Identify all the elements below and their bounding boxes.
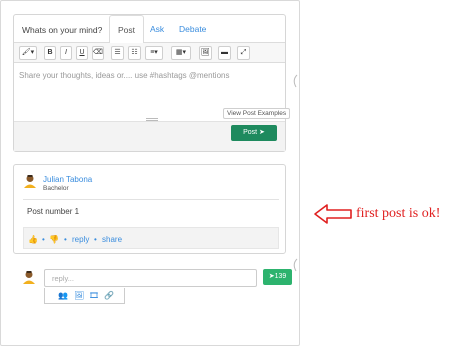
author-role: Bachelor <box>43 185 69 192</box>
resize-handle[interactable] <box>146 118 158 121</box>
image-icon[interactable]: 🖼 <box>74 291 84 300</box>
reply-area: reply... ➤139 👥 🖼 🎞 🔗 <box>13 265 303 305</box>
tab-ask[interactable]: Ask <box>142 15 172 43</box>
post-actions-bar: 👍 • 👎 • reply • share <box>23 227 279 249</box>
feed-panel: Whats on your mind? Post Ask Debate 🖌▾ B… <box>0 0 300 346</box>
share-link[interactable]: share <box>102 235 122 244</box>
author-name-link[interactable]: Julian Tabona <box>43 175 92 184</box>
video-icon[interactable]: ▬ <box>218 46 231 60</box>
align-dropdown-button[interactable]: ≡▾ <box>145 46 163 60</box>
editor-placeholder: Share your thoughts, ideas or.... use #h… <box>19 71 230 80</box>
eraser-icon[interactable]: ⌫ <box>92 46 104 60</box>
tab-debate[interactable]: Debate <box>171 15 214 43</box>
post-button[interactable]: Post ➤ <box>231 125 277 141</box>
underline-button[interactable]: U <box>76 46 88 60</box>
curved-arrow-icon <box>293 74 298 88</box>
bullet-list-button[interactable]: ☰ <box>111 46 124 60</box>
reply-link[interactable]: reply <box>72 235 89 244</box>
fullscreen-icon[interactable]: ⤢ <box>237 46 250 60</box>
style-dropdown-button[interactable]: 🖌▾ <box>19 46 37 60</box>
avatar <box>23 271 35 284</box>
divider <box>23 199 279 200</box>
bold-button[interactable]: B <box>44 46 56 60</box>
link-icon[interactable]: 🔗 <box>104 291 114 300</box>
reply-input[interactable]: reply... <box>44 269 257 287</box>
curved-arrow-icon <box>293 258 298 272</box>
annotation-text: first post is ok! <box>356 206 441 221</box>
composer-tab-bar: Whats on your mind? Post Ask Debate <box>14 15 285 44</box>
separator-dot: • <box>42 235 45 244</box>
numbered-list-button[interactable]: ☷ <box>128 46 141 60</box>
table-dropdown-button[interactable]: ▦▾ <box>171 46 191 60</box>
reply-toolbar: 👥 🖼 🎞 🔗 <box>44 288 125 304</box>
film-icon[interactable]: 🎞 <box>89 291 99 300</box>
thumbs-up-icon[interactable]: 👍 <box>28 235 38 244</box>
avatar[interactable] <box>24 174 36 188</box>
tab-post[interactable]: Post <box>109 15 145 44</box>
image-icon[interactable]: 🖼 <box>199 46 212 60</box>
separator-dot: • <box>94 235 97 244</box>
reply-send-button[interactable]: ➤139 <box>263 269 292 285</box>
separator-dot: • <box>64 235 67 244</box>
editor-toolbar: 🖌▾ B I U ⌫ ☰ ☷ ≡▾ ▦▾ 🖼 ▬ ⤢ <box>14 43 285 63</box>
post-body: Post number 1 <box>27 207 80 216</box>
view-post-examples-tooltip[interactable]: View Post Examples <box>223 108 291 119</box>
thumbs-down-icon[interactable]: 👎 <box>49 235 59 244</box>
post-card: Julian Tabona Bachelor Post number 1 👍 •… <box>13 164 286 254</box>
annotation-arrow-icon <box>314 204 352 224</box>
composer-prompt: Whats on your mind? <box>22 25 103 35</box>
user-group-icon[interactable]: 👥 <box>58 291 68 300</box>
italic-button[interactable]: I <box>60 46 72 60</box>
